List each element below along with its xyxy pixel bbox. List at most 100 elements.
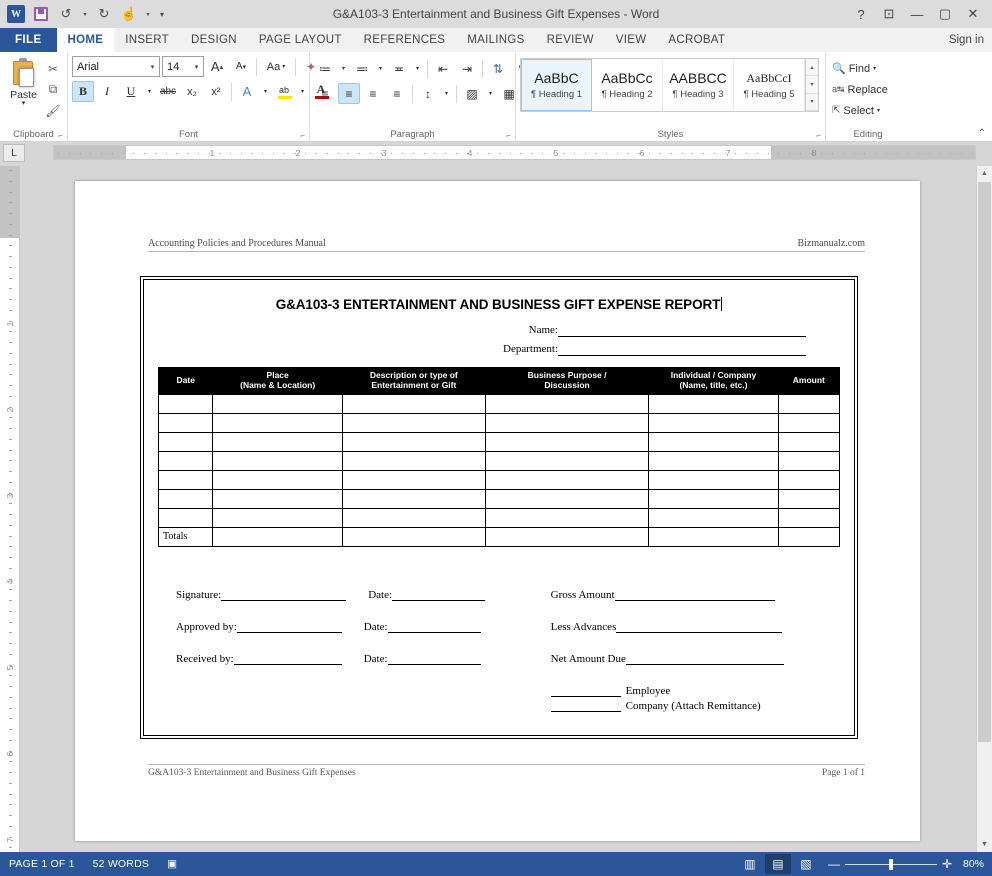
touch-mode-icon[interactable]: ☝ bbox=[118, 4, 140, 24]
font-dialog-launcher[interactable]: ⌐ bbox=[300, 131, 305, 140]
tab-mailings[interactable]: MAILINGS bbox=[456, 28, 535, 52]
style-heading-2[interactable]: AaBbCc ¶ Heading 2 bbox=[592, 59, 663, 111]
table-cell[interactable] bbox=[157, 507, 214, 528]
table-cell[interactable] bbox=[648, 431, 779, 452]
tab-insert[interactable]: INSERT bbox=[114, 28, 180, 52]
table-cell[interactable] bbox=[484, 431, 650, 452]
superscript-button[interactable]: x² bbox=[205, 81, 227, 102]
redo-icon[interactable]: ↻ bbox=[93, 4, 115, 24]
document-page[interactable]: Accounting Policies and Procedures Manua… bbox=[75, 181, 920, 841]
table-cell[interactable] bbox=[484, 488, 650, 509]
table-cell[interactable] bbox=[777, 431, 841, 452]
table-cell[interactable] bbox=[157, 469, 214, 490]
vertical-scrollbar[interactable]: ▲ ▼ bbox=[976, 166, 992, 852]
table-row[interactable] bbox=[157, 469, 841, 490]
table-cell[interactable] bbox=[484, 412, 650, 433]
table-cell[interactable] bbox=[212, 488, 343, 509]
table-row[interactable] bbox=[157, 431, 841, 452]
employee-checkbox-line[interactable] bbox=[550, 684, 621, 697]
word-count[interactable]: 52 WORDS bbox=[84, 858, 158, 870]
table-cell[interactable] bbox=[648, 450, 779, 471]
underline-dropdown-icon[interactable]: ▾ bbox=[144, 81, 155, 102]
styles-more-icon[interactable]: ▾ bbox=[806, 93, 818, 111]
received-date-line[interactable] bbox=[387, 652, 481, 665]
bullets-icon[interactable]: ≔ bbox=[314, 58, 336, 79]
chevron-down-icon[interactable]: ▾ bbox=[190, 63, 203, 71]
styles-scroll-up-icon[interactable]: ▴ bbox=[806, 59, 818, 77]
numbering-dropdown-icon[interactable]: ▾ bbox=[375, 58, 386, 79]
paste-button[interactable]: Paste ▾ bbox=[4, 56, 43, 107]
table-cell[interactable] bbox=[212, 469, 343, 490]
tab-home[interactable]: HOME bbox=[56, 28, 115, 52]
table-cell[interactable] bbox=[777, 412, 841, 433]
table-cell[interactable] bbox=[212, 412, 343, 433]
less-advances-line[interactable] bbox=[616, 620, 783, 633]
tab-acrobat[interactable]: ACROBAT bbox=[657, 28, 736, 52]
underline-button[interactable]: U bbox=[120, 81, 142, 102]
table-cell[interactable] bbox=[341, 488, 486, 509]
text-effects-icon[interactable]: A bbox=[236, 81, 258, 102]
table-cell[interactable] bbox=[484, 507, 650, 528]
approved-by-input-line[interactable] bbox=[236, 620, 342, 633]
table-cell[interactable] bbox=[157, 393, 214, 414]
table-cell[interactable] bbox=[157, 488, 214, 509]
undo-icon[interactable]: ↺ bbox=[55, 4, 77, 24]
increase-indent-icon[interactable]: ⇥ bbox=[456, 58, 478, 79]
totals-cell[interactable] bbox=[484, 526, 650, 547]
table-row[interactable] bbox=[157, 507, 841, 528]
scroll-up-icon[interactable]: ▲ bbox=[977, 166, 992, 181]
vertical-ruler[interactable]: 11234567 bbox=[0, 166, 20, 852]
multilevel-dropdown-icon[interactable]: ▾ bbox=[412, 58, 423, 79]
paragraph-dialog-launcher[interactable]: ⌐ bbox=[506, 131, 511, 140]
styles-scroll-down-icon[interactable]: ▾ bbox=[806, 76, 818, 94]
name-input-line[interactable] bbox=[558, 324, 806, 337]
totals-cell[interactable] bbox=[648, 526, 779, 547]
shading-dropdown-icon[interactable]: ▾ bbox=[485, 83, 496, 104]
line-spacing-dropdown-icon[interactable]: ▾ bbox=[441, 83, 452, 104]
table-cell[interactable] bbox=[341, 507, 486, 528]
tab-stop-selector[interactable]: L bbox=[3, 144, 25, 162]
bold-button[interactable]: B bbox=[72, 81, 94, 102]
table-cell[interactable] bbox=[648, 507, 779, 528]
table-row[interactable] bbox=[157, 488, 841, 509]
table-row[interactable] bbox=[157, 412, 841, 433]
replace-button[interactable]: a↹ Replace bbox=[830, 79, 890, 100]
table-cell[interactable] bbox=[484, 450, 650, 471]
table-cell[interactable] bbox=[212, 431, 343, 452]
table-cell[interactable] bbox=[341, 412, 486, 433]
table-cell[interactable] bbox=[484, 469, 650, 490]
cut-icon[interactable]: ✂ bbox=[43, 59, 63, 78]
text-effects-dropdown-icon[interactable]: ▾ bbox=[260, 81, 271, 102]
table-cell[interactable] bbox=[157, 450, 214, 471]
sort-icon[interactable]: ⇅ bbox=[487, 58, 509, 79]
table-cell[interactable] bbox=[777, 488, 841, 509]
company-checkbox-line[interactable] bbox=[550, 699, 621, 712]
proofing-errors-icon[interactable]: ▣ bbox=[158, 858, 186, 870]
strikethrough-button[interactable]: abc bbox=[157, 81, 179, 102]
ribbon-display-options-button[interactable]: ⊡ bbox=[876, 3, 902, 25]
change-case-icon[interactable]: Aa ▾ bbox=[261, 56, 291, 77]
tab-view[interactable]: VIEW bbox=[605, 28, 658, 52]
table-cell[interactable] bbox=[212, 450, 343, 471]
table-cell[interactable] bbox=[157, 431, 214, 452]
print-layout-view-icon[interactable]: ▤ bbox=[764, 854, 791, 874]
zoom-out-button[interactable]: — bbox=[828, 857, 840, 871]
collapse-ribbon-icon[interactable]: ⌃ bbox=[978, 128, 986, 139]
font-size-combo[interactable]: 14 ▾ bbox=[162, 56, 204, 77]
tab-references[interactable]: REFERENCES bbox=[353, 28, 457, 52]
table-cell[interactable] bbox=[648, 469, 779, 490]
styles-dialog-launcher[interactable]: ⌐ bbox=[816, 131, 821, 140]
signature-date-line[interactable] bbox=[392, 588, 486, 601]
line-spacing-icon[interactable]: ↕ bbox=[417, 83, 439, 104]
sign-in-link[interactable]: Sign in bbox=[949, 28, 992, 52]
chevron-down-icon[interactable]: ▾ bbox=[146, 63, 159, 71]
justify-icon[interactable]: ≡ bbox=[386, 83, 408, 104]
save-icon[interactable] bbox=[30, 4, 52, 24]
style-heading-3[interactable]: AABBCC ¶ Heading 3 bbox=[663, 59, 734, 111]
select-button[interactable]: ⇱ Select ▾ bbox=[830, 100, 882, 121]
zoom-level[interactable]: 80% bbox=[952, 858, 984, 870]
style-heading-5[interactable]: AaBbCcI ¶ Heading 5 bbox=[734, 59, 805, 111]
table-cell[interactable] bbox=[777, 507, 841, 528]
table-cell[interactable] bbox=[484, 393, 650, 414]
web-layout-view-icon[interactable]: ▧ bbox=[793, 854, 819, 874]
